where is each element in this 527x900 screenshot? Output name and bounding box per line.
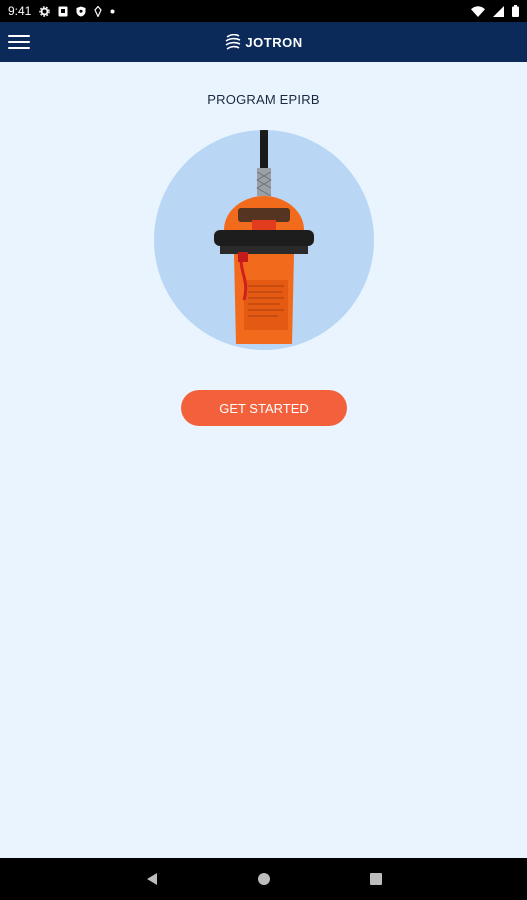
status-time: 9:41 <box>8 4 32 18</box>
jotron-mark-icon <box>224 34 242 50</box>
epirb-image <box>154 130 374 350</box>
brand-logo: JOTRON <box>224 34 302 50</box>
battery-icon <box>512 5 519 17</box>
back-icon[interactable] <box>140 867 164 891</box>
home-icon[interactable] <box>252 867 276 891</box>
brand-name: JOTRON <box>245 34 303 50</box>
recents-icon[interactable] <box>364 867 388 891</box>
status-left: 9:41 <box>8 4 115 18</box>
page-title: PROGRAM EPIRB <box>207 92 320 107</box>
play-protect-icon <box>76 6 86 17</box>
wifi-icon <box>471 5 485 17</box>
hamburger-menu-icon[interactable] <box>8 30 32 54</box>
system-nav-bar <box>0 858 527 900</box>
dot-icon <box>110 9 115 14</box>
status-right <box>471 5 519 17</box>
signal-icon <box>493 5 504 17</box>
settings-icon <box>39 5 51 17</box>
app-bar: JOTRON <box>0 22 527 62</box>
main-content: PROGRAM EPIRB GET STARTED <box>0 62 527 858</box>
shield-icon <box>58 6 68 17</box>
get-started-button[interactable]: GET STARTED <box>181 390 347 426</box>
location-icon <box>94 5 103 17</box>
status-bar: 9:41 <box>0 0 527 22</box>
epirb-illustration <box>214 130 314 344</box>
